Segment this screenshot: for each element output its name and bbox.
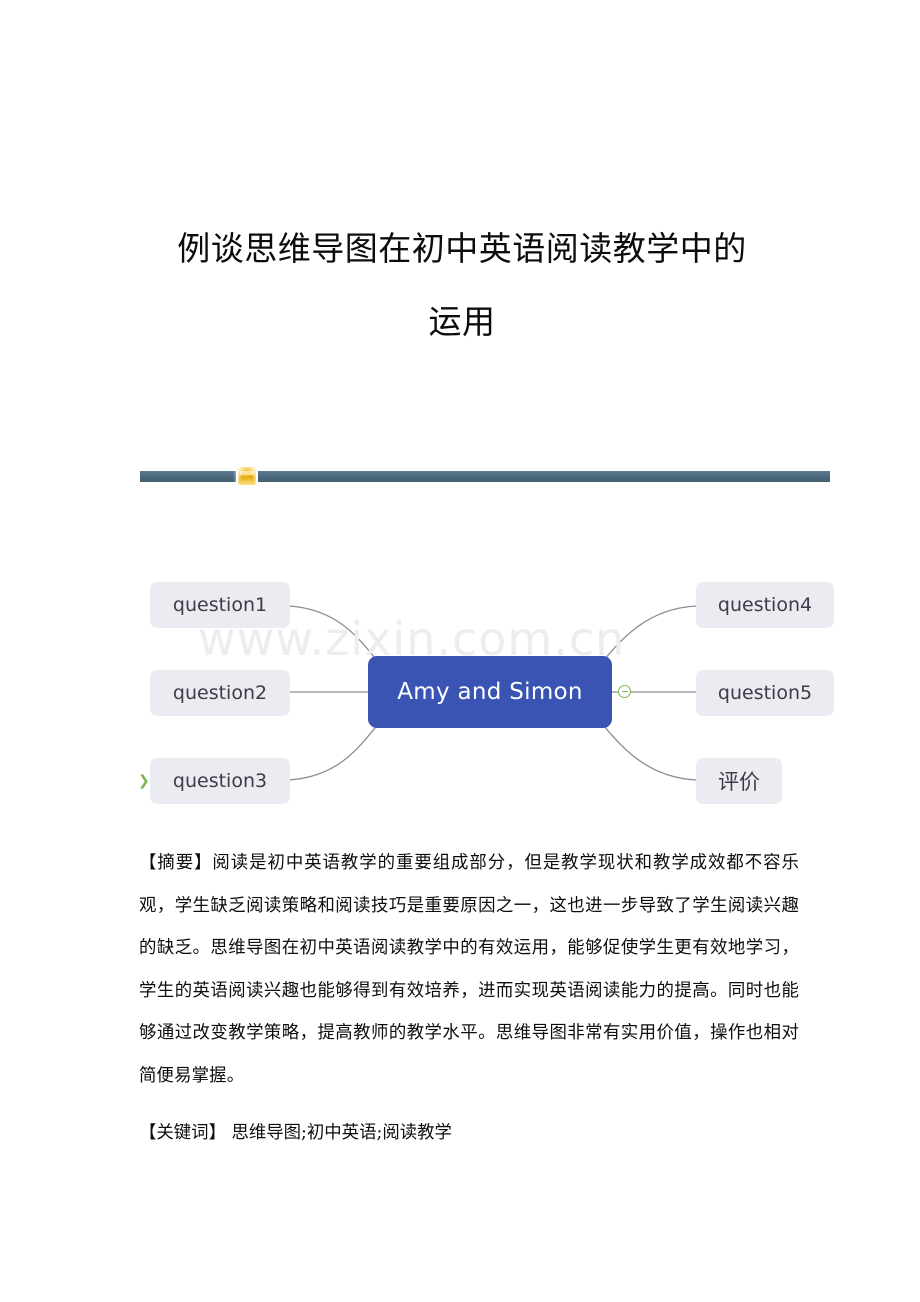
page-title: 例谈思维导图在初中英语阅读教学中的 运用: [112, 212, 812, 358]
divider-segment-right: [258, 471, 830, 482]
collapse-toggle-icon[interactable]: [618, 685, 631, 698]
divider-gold-marker-icon: [238, 467, 256, 485]
mind-map-node-question2[interactable]: question2: [150, 670, 290, 716]
mind-map-node-evaluation[interactable]: 评价: [696, 758, 782, 804]
divider-segment-left: [140, 471, 236, 482]
expand-chevron-icon[interactable]: ❯: [138, 774, 150, 788]
page-title-line-1: 例谈思维导图在初中英语阅读教学中的: [177, 229, 747, 268]
node-label: question2: [172, 682, 268, 704]
node-label: question3: [172, 770, 268, 792]
keywords-line: 【关键词】 思维导图;初中英语;阅读教学: [139, 1123, 452, 1143]
mind-map-node-question4[interactable]: question4: [696, 582, 834, 628]
mind-map-center-node[interactable]: Amy and Simon: [368, 656, 612, 728]
node-label: question4: [717, 594, 813, 616]
center-node-label: Amy and Simon: [397, 679, 583, 705]
mind-map-figure: www.zixin.com.cn question1 question2 que…: [138, 556, 840, 828]
mind-map-node-question5[interactable]: question5: [696, 670, 834, 716]
decorative-divider: [140, 466, 830, 486]
node-label: question5: [717, 682, 813, 704]
abstract-paragraph: 【摘要】阅读是初中英语教学的重要组成部分，但是教学现状和教学成效都不容乐观，学生…: [139, 853, 799, 1086]
document-page: 例谈思维导图在初中英语阅读教学中的 运用 www.zixin.com.cn qu…: [0, 0, 920, 1302]
page-title-line-2: 运用: [428, 302, 496, 341]
mind-map-node-question3[interactable]: question3: [150, 758, 290, 804]
node-label: 评价: [718, 770, 760, 794]
node-label: question1: [172, 594, 268, 616]
mind-map-node-question1[interactable]: question1: [150, 582, 290, 628]
